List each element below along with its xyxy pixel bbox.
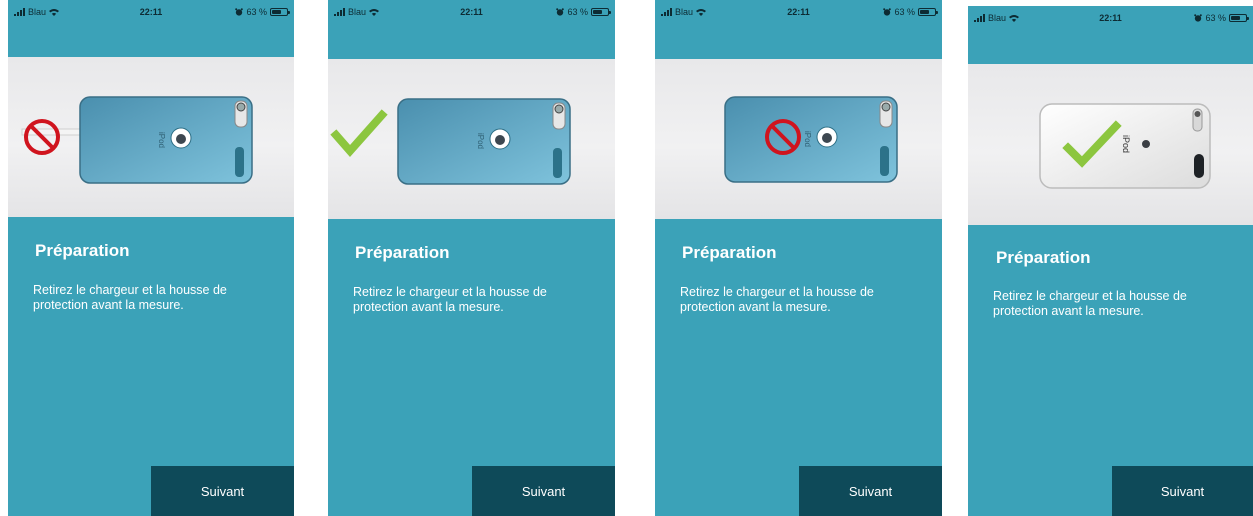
onboarding-screen-2: Blau 22:11 63 % iPod Préparation Retirez… (328, 0, 615, 516)
battery-icon (918, 8, 938, 16)
alarm-icon (883, 8, 892, 16)
checkmark-icon (330, 109, 388, 158)
screen-description: Retirez le chargeur et la housse de prot… (993, 289, 1187, 318)
next-button[interactable]: Suivant (472, 466, 615, 516)
device-photo: iPod (724, 96, 898, 183)
forbidden-icon (24, 119, 60, 155)
device-label: iPod (157, 132, 166, 148)
next-button[interactable]: Suivant (1112, 466, 1253, 516)
battery-icon (591, 8, 611, 16)
status-bar: Blau 22:11 63 % (655, 0, 942, 22)
next-button[interactable]: Suivant (799, 466, 942, 516)
battery-percent: 63 % (567, 7, 588, 17)
onboarding-screen-4: Blau 22:11 63 % iPod Préparation Retirez… (968, 6, 1253, 516)
device-label: iPod (1121, 135, 1131, 153)
status-bar: Blau 22:11 63 % (328, 0, 615, 22)
screen-description: Retirez le chargeur et la housse de prot… (680, 285, 874, 314)
device-photo: iPod (21, 96, 253, 184)
alarm-icon (235, 8, 244, 16)
alarm-icon (1194, 14, 1203, 22)
device-illustration: iPod (8, 57, 294, 217)
device-illustration: iPod (968, 64, 1253, 225)
charger-cable (21, 128, 85, 136)
screen-description: Retirez le chargeur et la housse de prot… (353, 285, 547, 314)
screen-title: Préparation (355, 243, 450, 262)
battery-percent: 63 % (246, 7, 267, 17)
alarm-icon (556, 8, 565, 16)
device-label: iPod (476, 133, 485, 149)
battery-icon (1229, 14, 1249, 22)
screen-title: Préparation (35, 241, 130, 260)
device-photo: iPod (330, 98, 571, 185)
next-button[interactable]: Suivant (151, 466, 294, 516)
device-illustration: iPod (655, 59, 942, 219)
onboarding-screen-3: Blau 22:11 63 % iPod Préparation Retirez… (655, 0, 942, 516)
device-illustration: iPod (328, 59, 615, 219)
onboarding-screen-1: Blau 22:11 63 % iPod Préparation Retirez… (8, 0, 294, 516)
battery-percent: 63 % (894, 7, 915, 17)
battery-percent: 63 % (1205, 13, 1226, 23)
battery-icon (270, 8, 290, 16)
screen-title: Préparation (682, 243, 777, 262)
status-bar: Blau 22:11 63 % (8, 0, 294, 22)
screen-title: Préparation (996, 248, 1091, 267)
device-label: iPod (803, 131, 812, 147)
screen-description: Retirez le chargeur et la housse de prot… (33, 283, 227, 312)
status-bar: Blau 22:11 63 % (968, 6, 1253, 28)
device-photo: iPod (1039, 103, 1211, 189)
